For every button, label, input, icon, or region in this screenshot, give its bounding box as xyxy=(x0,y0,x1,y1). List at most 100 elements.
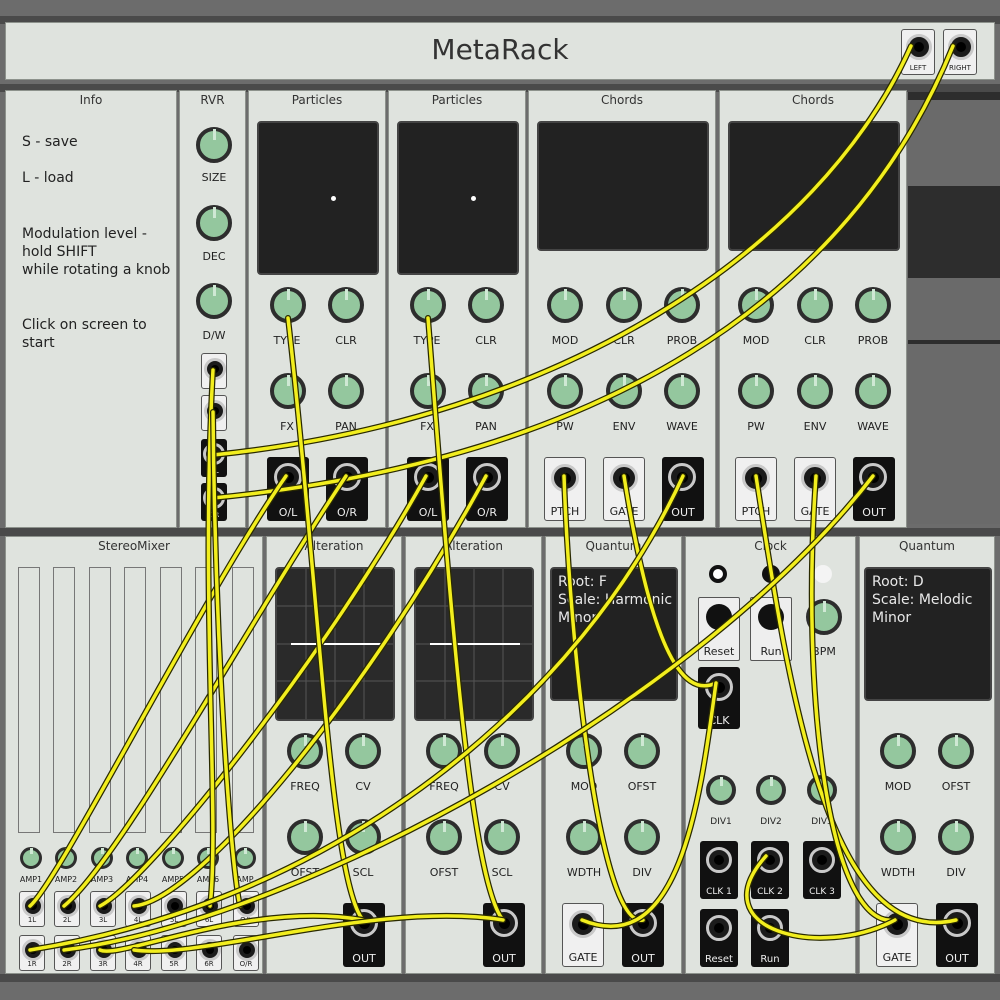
wave-knob[interactable] xyxy=(855,373,891,409)
quantum-screen[interactable]: Root: F Scale: Harmonic Minor xyxy=(550,567,678,701)
clr-knob[interactable] xyxy=(606,287,642,323)
freq-knob[interactable] xyxy=(287,733,323,769)
mod-knob[interactable] xyxy=(738,287,774,323)
out-jack[interactable]: OUT xyxy=(343,903,385,967)
clr-knob[interactable] xyxy=(328,287,364,323)
mixer-right-input[interactable]: 1R xyxy=(19,935,45,971)
clk-jack[interactable]: CLK xyxy=(698,667,740,729)
run-button[interactable]: Run xyxy=(750,597,792,661)
cv-knob[interactable] xyxy=(345,733,381,769)
env-knob[interactable] xyxy=(606,373,642,409)
wave-knob[interactable] xyxy=(664,373,700,409)
chords-screen[interactable] xyxy=(537,121,709,251)
mod-knob[interactable] xyxy=(547,287,583,323)
quantum-screen[interactable]: Root: D Scale: Melodic Minor xyxy=(864,567,992,701)
amp-knob[interactable] xyxy=(20,847,42,869)
right-jack[interactable] xyxy=(948,34,974,60)
clk2-jack[interactable]: CLK 2 xyxy=(751,841,789,899)
div-knob[interactable] xyxy=(938,819,974,855)
fx-knob[interactable] xyxy=(410,373,446,409)
main-output-right[interactable]: RIGHT xyxy=(943,29,977,75)
rvr-out-l[interactable]: OL xyxy=(201,439,227,477)
out-jack[interactable]: OUT xyxy=(853,457,895,521)
bpm-knob[interactable] xyxy=(806,599,842,635)
prob-knob[interactable] xyxy=(855,287,891,323)
amp-knob[interactable] xyxy=(126,847,148,869)
rvr-in-l[interactable] xyxy=(201,353,227,389)
scl-knob[interactable] xyxy=(345,819,381,855)
out-jack[interactable]: OUT xyxy=(622,903,664,967)
div1-knob[interactable] xyxy=(706,775,736,805)
left-jack[interactable] xyxy=(906,34,932,60)
fx-knob[interactable] xyxy=(270,373,306,409)
mixer-level-slot[interactable] xyxy=(195,567,217,833)
ptch-jack[interactable]: PTCH xyxy=(544,457,586,521)
clr-knob[interactable] xyxy=(468,287,504,323)
mixer-left-input[interactable]: 6L xyxy=(196,891,222,927)
pan-knob[interactable] xyxy=(328,373,364,409)
out-jack[interactable]: OUT xyxy=(662,457,704,521)
mixer-level-slot[interactable] xyxy=(18,567,40,833)
particles-screen[interactable] xyxy=(257,121,379,275)
pw-knob[interactable] xyxy=(547,373,583,409)
cv-knob[interactable] xyxy=(484,733,520,769)
reset-button[interactable]: Reset xyxy=(698,597,740,661)
div-knob[interactable] xyxy=(624,819,660,855)
mixer-level-slot[interactable] xyxy=(232,567,254,833)
ptch-jack[interactable]: PTCH xyxy=(735,457,777,521)
mod-knob[interactable] xyxy=(566,733,602,769)
amp-knob[interactable] xyxy=(91,847,113,869)
out-r-jack[interactable]: O/R xyxy=(466,457,508,521)
ofst-knob[interactable] xyxy=(426,819,462,855)
mixer-right-input[interactable]: O/R xyxy=(233,935,259,971)
reset-jack[interactable]: Reset xyxy=(700,909,738,967)
out-l-jack[interactable]: O/L xyxy=(267,457,309,521)
prob-knob[interactable] xyxy=(664,287,700,323)
type-knob[interactable] xyxy=(410,287,446,323)
mixer-left-input[interactable]: 5L xyxy=(161,891,187,927)
alteration-scope[interactable] xyxy=(414,567,534,721)
div3-knob[interactable] xyxy=(807,775,837,805)
mixer-right-input[interactable]: 2R xyxy=(54,935,80,971)
gate-jack[interactable]: GATE xyxy=(794,457,836,521)
out-l-jack[interactable]: O/L xyxy=(407,457,449,521)
dw-knob[interactable] xyxy=(196,283,232,319)
alteration-scope[interactable] xyxy=(275,567,395,721)
mod-knob[interactable] xyxy=(880,733,916,769)
out-jack[interactable]: OUT xyxy=(483,903,525,967)
mixer-left-input[interactable]: 3L xyxy=(90,891,116,927)
mixer-level-slot[interactable] xyxy=(160,567,182,833)
mixer-left-input[interactable]: 4L xyxy=(125,891,151,927)
out-jack[interactable]: OUT xyxy=(936,903,978,967)
main-output-left[interactable]: LEFT xyxy=(901,29,935,75)
mixer-left-input[interactable]: 1L xyxy=(19,891,45,927)
amp-knob[interactable] xyxy=(162,847,184,869)
mixer-right-input[interactable]: 4R xyxy=(125,935,151,971)
freq-knob[interactable] xyxy=(426,733,462,769)
mixer-level-slot[interactable] xyxy=(53,567,75,833)
env-knob[interactable] xyxy=(797,373,833,409)
pan-knob[interactable] xyxy=(468,373,504,409)
mixer-left-input[interactable]: O/L xyxy=(233,891,259,927)
size-knob[interactable] xyxy=(196,127,232,163)
clr-knob[interactable] xyxy=(797,287,833,323)
ofst-knob[interactable] xyxy=(287,819,323,855)
gate-jack[interactable]: GATE xyxy=(603,457,645,521)
run-jack[interactable]: Run xyxy=(751,909,789,967)
wdth-knob[interactable] xyxy=(566,819,602,855)
rvr-out-r[interactable]: OR xyxy=(201,483,227,521)
mixer-right-input[interactable]: 3R xyxy=(90,935,116,971)
gate-jack[interactable]: GATE xyxy=(876,903,918,967)
mixer-right-input[interactable]: 6R xyxy=(196,935,222,971)
mixer-right-input[interactable]: 5R xyxy=(161,935,187,971)
div2-knob[interactable] xyxy=(756,775,786,805)
amp-knob[interactable] xyxy=(55,847,77,869)
mixer-left-input[interactable]: 2L xyxy=(54,891,80,927)
ofst-knob[interactable] xyxy=(938,733,974,769)
scl-knob[interactable] xyxy=(484,819,520,855)
ofst-knob[interactable] xyxy=(624,733,660,769)
wdth-knob[interactable] xyxy=(880,819,916,855)
clk3-jack[interactable]: CLK 3 xyxy=(803,841,841,899)
type-knob[interactable] xyxy=(270,287,306,323)
dec-knob[interactable] xyxy=(196,205,232,241)
